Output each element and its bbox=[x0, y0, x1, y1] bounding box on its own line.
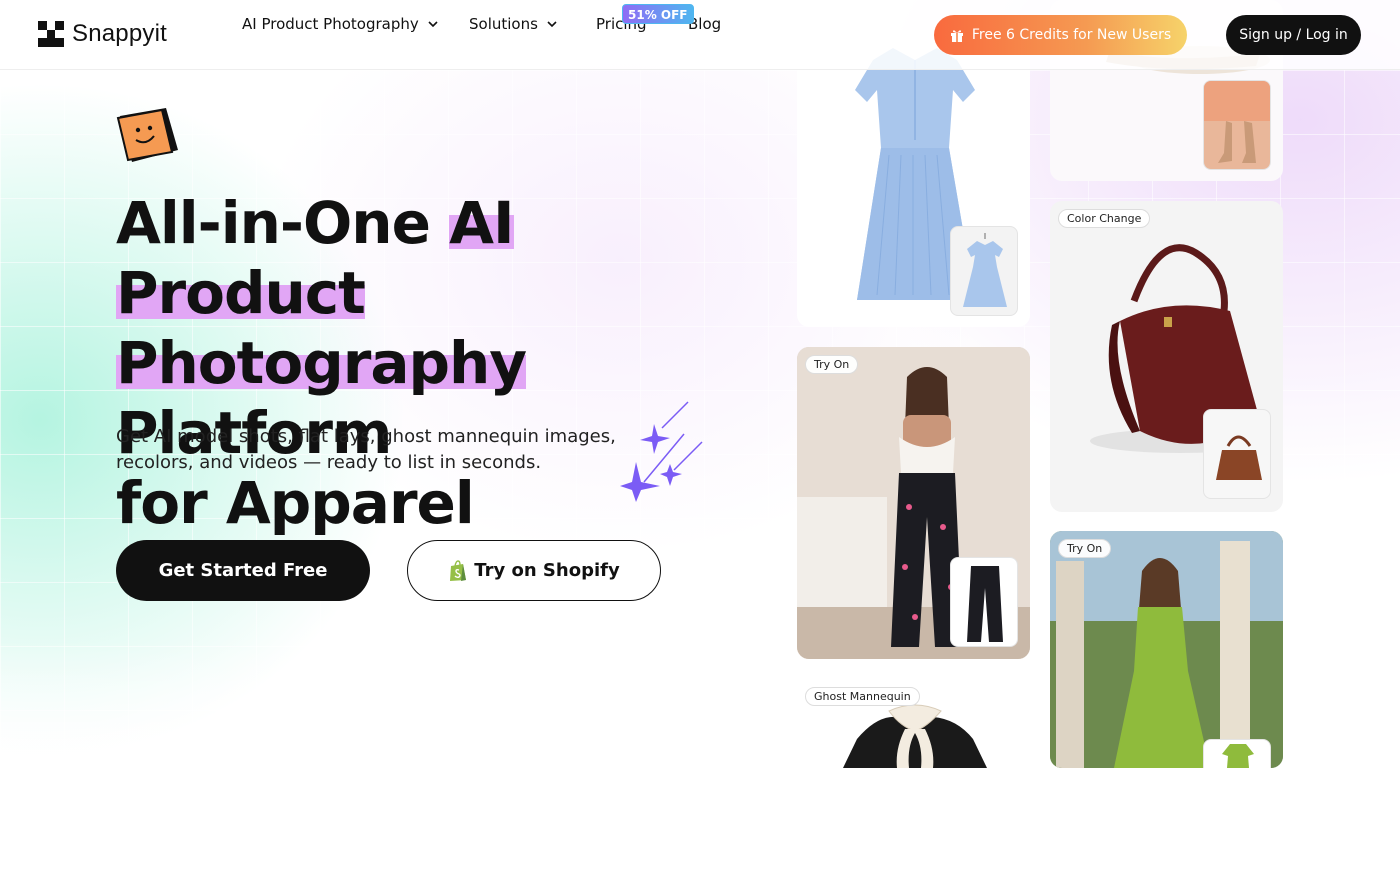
get-started-free-button[interactable]: Get Started Free bbox=[116, 540, 370, 601]
gallery-card-dress[interactable] bbox=[797, 30, 1030, 327]
headline-highlight2: Photography bbox=[116, 329, 527, 397]
gallery-card-try-on-pajamas[interactable]: Try On bbox=[797, 347, 1030, 659]
nav-item-label: Solutions bbox=[469, 15, 538, 33]
nav-ai-product-photography[interactable]: AI Product Photography bbox=[242, 15, 439, 33]
tag-try-on-2: Try On bbox=[1058, 539, 1112, 558]
free-credits-button[interactable]: Free 6 Credits for New Users bbox=[934, 15, 1187, 55]
cta-primary-label: Get Started Free bbox=[158, 560, 328, 581]
sparkle-icon bbox=[620, 401, 703, 502]
tag-color-change: Color Change bbox=[1058, 209, 1151, 228]
headline-part1: All-in-One bbox=[116, 189, 450, 257]
chevron-down-icon bbox=[428, 21, 438, 28]
tag-try-on-1: Try On bbox=[805, 355, 859, 374]
green-dress-thumbnail bbox=[1203, 739, 1271, 768]
gallery-card-color-change[interactable]: Color Change bbox=[1050, 201, 1283, 512]
try-on-shopify-button[interactable]: Try on Shopify bbox=[407, 540, 661, 601]
brand-logo[interactable]: Snappyit bbox=[38, 20, 167, 48]
green-dress-model-image bbox=[1050, 531, 1283, 768]
pajama-thumbnail bbox=[950, 557, 1018, 647]
nav-item-label: AI Product Photography bbox=[242, 15, 419, 33]
gallery-card-ghost-mannequin[interactable]: Ghost Mannequin bbox=[797, 679, 1030, 768]
mascot-cube-icon bbox=[116, 108, 178, 162]
signup-login-button[interactable]: Sign up / Log in bbox=[1226, 15, 1361, 55]
logo-icon bbox=[38, 21, 64, 47]
cta-secondary-label: Try on Shopify bbox=[474, 560, 620, 581]
shoes-thumbnail bbox=[1203, 80, 1271, 170]
promo-label: Free 6 Credits for New Users bbox=[971, 27, 1172, 43]
hero-subtitle: Get AI model shots, flat lays, ghost man… bbox=[116, 426, 616, 473]
gallery-card-try-on-green-dress[interactable]: Try On bbox=[1050, 531, 1283, 768]
dress-thumbnail bbox=[950, 226, 1018, 316]
headline-part3: for Apparel bbox=[116, 469, 475, 537]
pricing-discount-badge: 51% OFF bbox=[622, 4, 694, 24]
chevron-down-icon bbox=[547, 21, 557, 28]
site-header: Snappyit AI Product Photography Solution… bbox=[0, 0, 1400, 70]
gift-icon bbox=[950, 30, 963, 42]
nav-solutions[interactable]: Solutions bbox=[469, 15, 558, 33]
signup-label: Sign up / Log in bbox=[1239, 27, 1348, 43]
shopify-icon bbox=[450, 559, 467, 581]
tag-ghost-mannequin: Ghost Mannequin bbox=[805, 687, 920, 706]
brand-name: Snappyit bbox=[72, 20, 167, 47]
handbag-thumbnail bbox=[1203, 409, 1271, 499]
